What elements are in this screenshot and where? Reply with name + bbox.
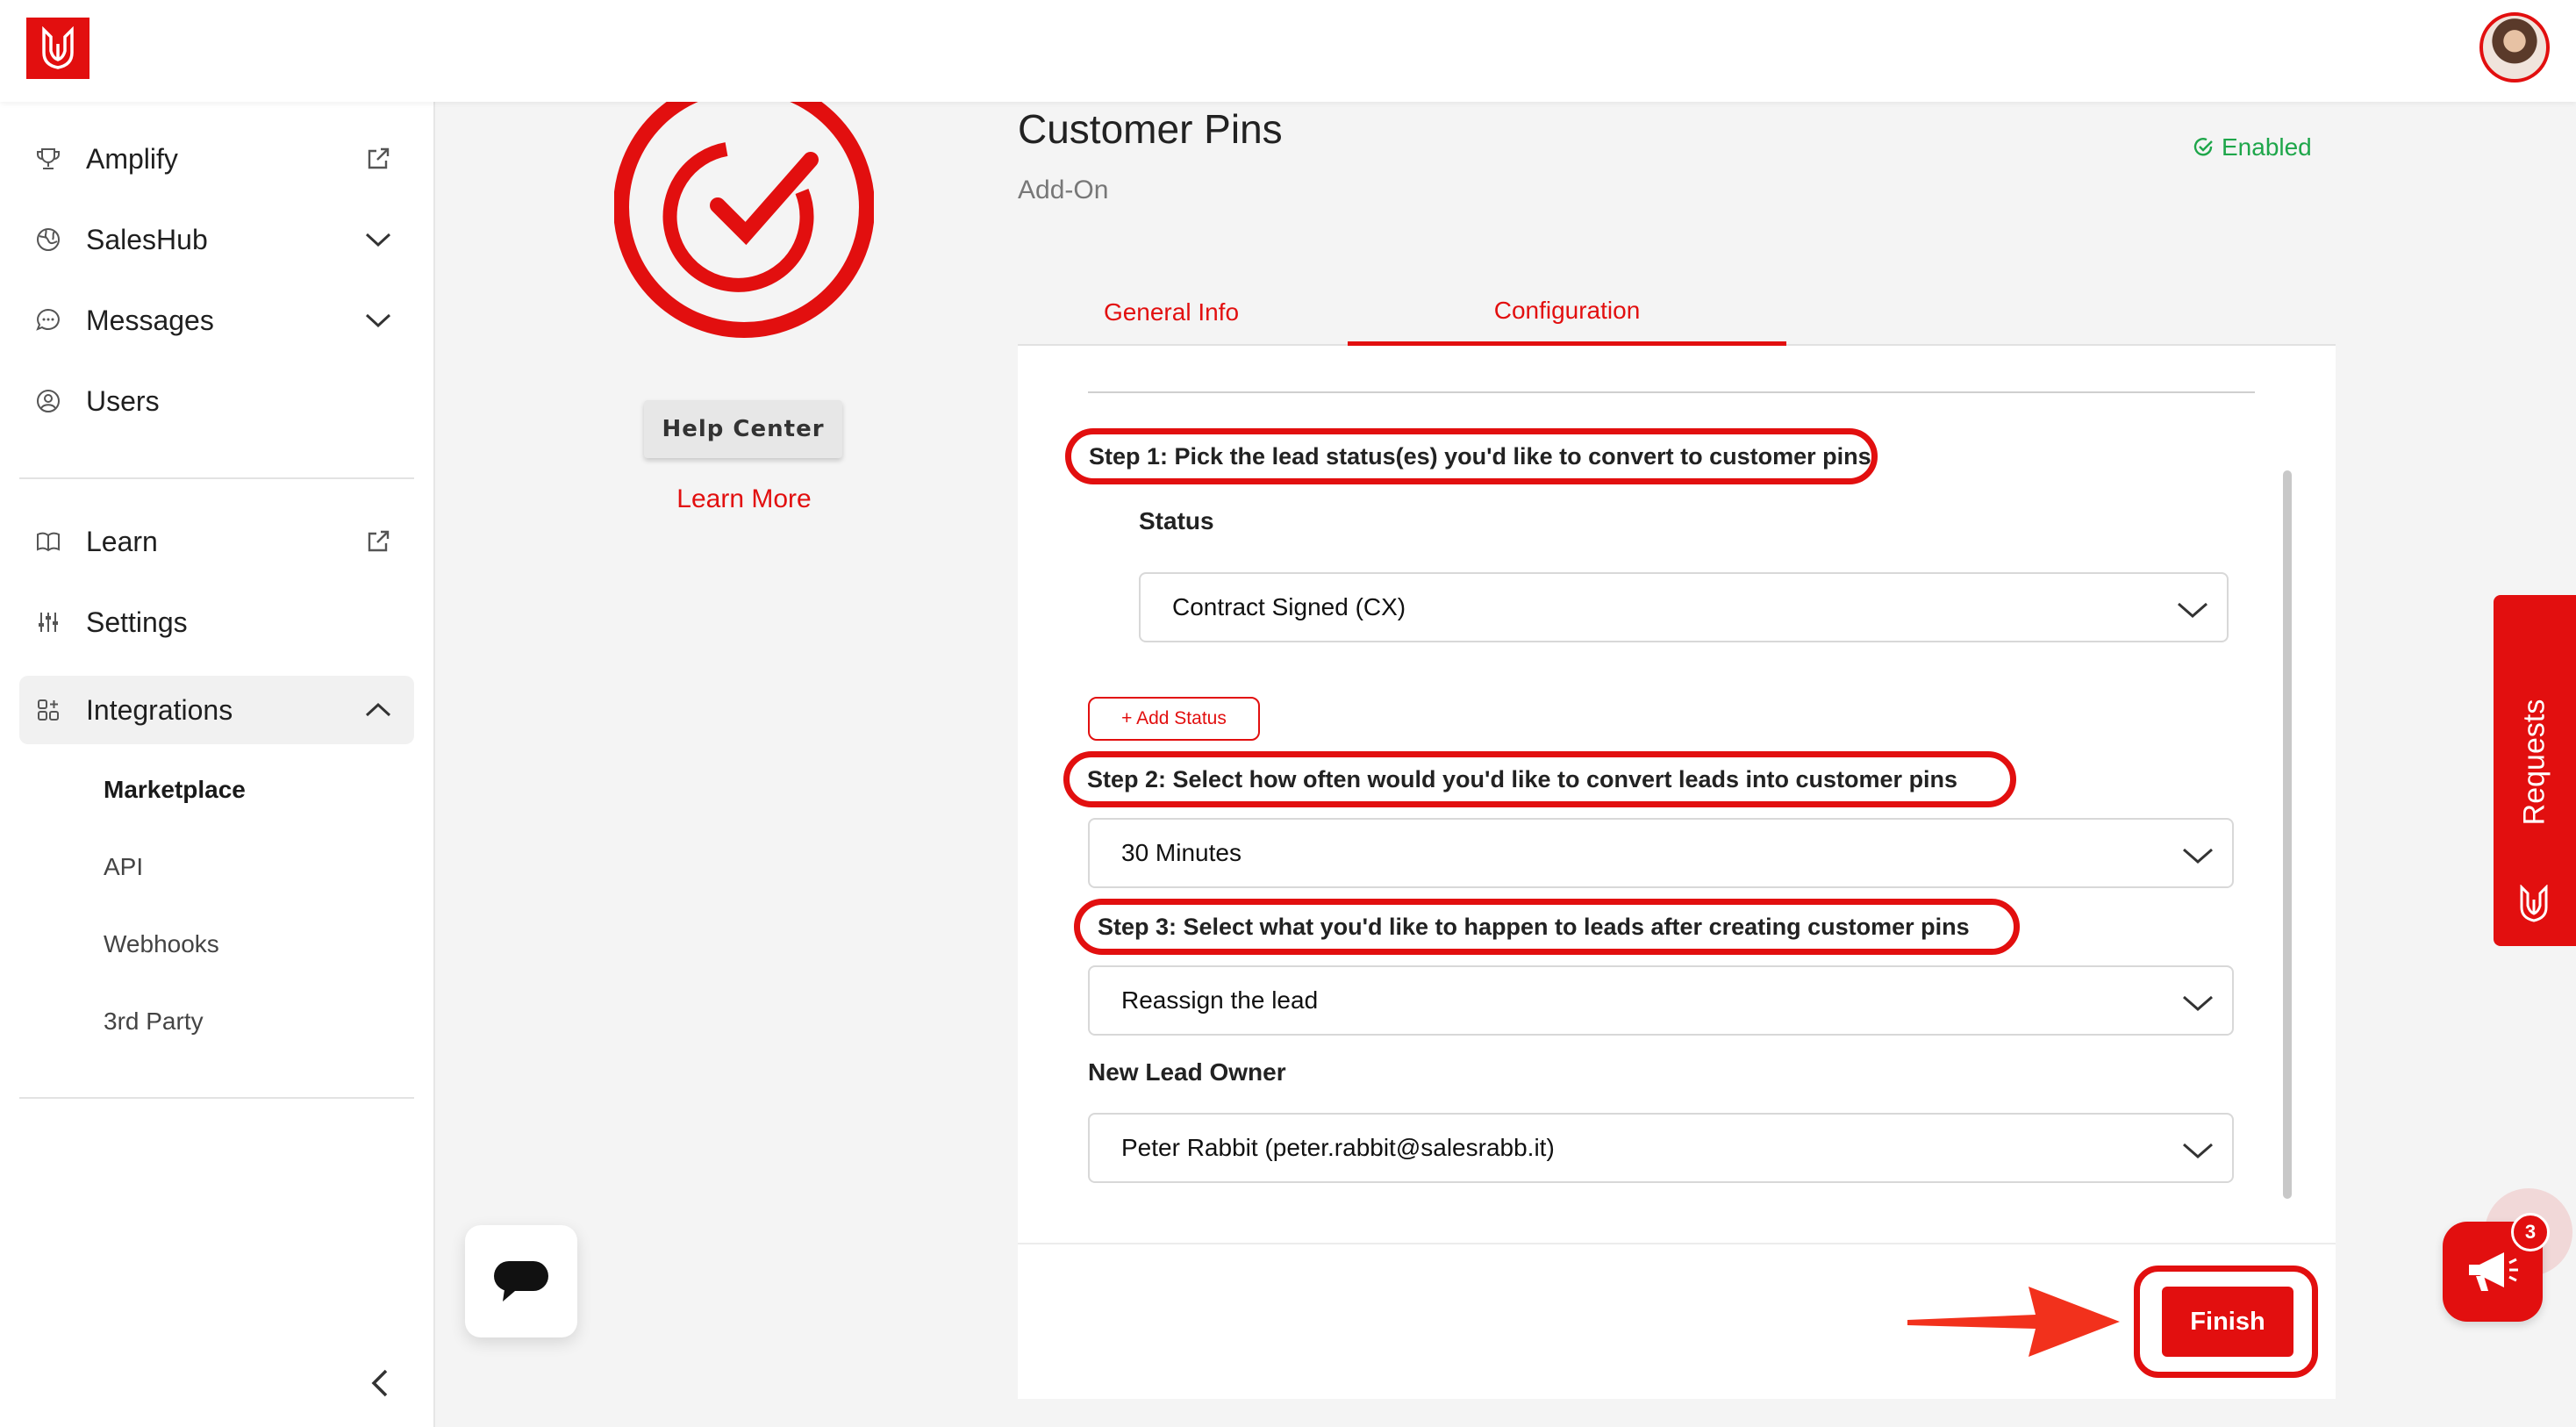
step-3-heading: Step 3: Select what you'd like to happen…	[1074, 899, 2020, 955]
requests-tab[interactable]: Requests	[2494, 595, 2576, 946]
page-title: Customer Pins	[1018, 106, 1283, 152]
footer-divider	[1018, 1243, 2336, 1244]
configuration-panel: Step 1: Pick the lead status(es) you'd l…	[1018, 346, 2336, 1399]
step-1-heading: Step 1: Pick the lead status(es) you'd l…	[1065, 428, 1878, 484]
sidebar-item-users[interactable]: Users	[19, 367, 414, 435]
status-badge: Enabled	[2193, 133, 2312, 161]
sidebar-item-settings[interactable]: Settings	[19, 588, 414, 656]
sidebar-subitem-3rd-party[interactable]: 3rd Party	[104, 1008, 204, 1036]
chat-widget-button[interactable]	[465, 1225, 577, 1337]
sidebar-subitem-marketplace[interactable]: Marketplace	[104, 776, 246, 804]
chat-bubble-icon	[33, 305, 63, 335]
customer-pins-checkmark-icon	[614, 88, 874, 338]
collapse-sidebar-chevron-left-icon[interactable]	[365, 1366, 395, 1401]
frequency-select-value: 30 Minutes	[1121, 839, 1241, 866]
chevron-down-icon[interactable]	[363, 225, 393, 255]
sidebar-item-integrations[interactable]: Integrations	[19, 676, 414, 744]
sidebar-item-label: SalesHub	[86, 223, 208, 255]
new-lead-owner-select-value: Peter Rabbit (peter.rabbit@salesrabb.it)	[1121, 1134, 1555, 1161]
scrollbar[interactable]	[2283, 470, 2292, 1199]
chevron-down-icon	[2178, 602, 2207, 618]
sidebar-item-label: Messages	[86, 304, 214, 336]
sidebar-divider	[19, 477, 414, 479]
frequency-select[interactable]: 30 Minutes	[1088, 818, 2234, 888]
sidebar-item-amplify[interactable]: Amplify	[19, 125, 414, 193]
globe-icon	[33, 225, 63, 255]
sidebar-item-messages[interactable]: Messages	[19, 286, 414, 355]
post-action-select-value: Reassign the lead	[1121, 986, 1319, 1014]
sidebar-item-saleshub[interactable]: SalesHub	[19, 205, 414, 274]
notification-count-badge: 3	[2511, 1213, 2550, 1251]
book-icon	[33, 527, 63, 556]
sidebar-divider	[19, 1097, 414, 1099]
requests-label: Requests	[2517, 699, 2551, 825]
top-bar	[0, 0, 2576, 102]
chevron-up-icon[interactable]	[363, 695, 393, 725]
chat-bubble-icon	[494, 1261, 548, 1302]
user-avatar[interactable]	[2479, 12, 2550, 82]
arrow-right-icon	[1907, 1287, 2120, 1357]
brand-logo-icon[interactable]	[26, 18, 89, 79]
sidebar-subitem-api[interactable]: API	[104, 853, 143, 881]
user-circle-icon	[33, 386, 63, 416]
learn-more-link[interactable]: Learn More	[614, 484, 874, 514]
megaphone-icon	[2469, 1252, 2518, 1291]
tab-bar: General Info Configuration	[1018, 279, 2336, 346]
chevron-down-icon	[2183, 1143, 2213, 1158]
sidebar: Amplify SalesHub Messages Users Learn Se…	[0, 102, 435, 1427]
chevron-down-icon	[2183, 995, 2213, 1011]
sliders-icon	[33, 607, 63, 637]
sidebar-item-label: Integrations	[86, 693, 233, 726]
external-link-icon[interactable]	[363, 144, 393, 174]
new-lead-owner-select[interactable]: Peter Rabbit (peter.rabbit@salesrabb.it)	[1088, 1113, 2234, 1183]
page-subtitle: Add-On	[1018, 176, 1109, 204]
status-select[interactable]: Contract Signed (CX)	[1139, 572, 2229, 642]
add-status-button[interactable]: + Add Status	[1088, 697, 1260, 741]
tab-general-info[interactable]: General Info	[1079, 279, 1263, 346]
section-divider	[1088, 391, 2255, 393]
check-circle-icon	[2193, 138, 2213, 156]
finish-button[interactable]: Finish	[2162, 1287, 2293, 1357]
external-link-icon[interactable]	[363, 527, 393, 556]
chevron-down-icon[interactable]	[363, 305, 393, 335]
brand-logo-icon	[2520, 885, 2548, 922]
tab-configuration[interactable]: Configuration	[1348, 279, 1786, 346]
new-lead-owner-label: New Lead Owner	[1088, 1058, 1286, 1086]
sidebar-item-learn[interactable]: Learn	[19, 507, 414, 576]
post-action-select[interactable]: Reassign the lead	[1088, 965, 2234, 1036]
grid-plus-icon	[33, 695, 63, 725]
status-label: Status	[1139, 507, 1214, 534]
sidebar-subitem-webhooks[interactable]: Webhooks	[104, 930, 219, 958]
sidebar-item-label: Settings	[86, 606, 188, 638]
step-2-heading: Step 2: Select how often would you'd lik…	[1063, 751, 2016, 807]
trophy-icon	[33, 144, 63, 174]
sidebar-item-label: Users	[86, 384, 160, 417]
sidebar-item-label: Amplify	[86, 142, 178, 175]
chevron-down-icon	[2183, 848, 2213, 864]
help-center-button[interactable]: Help Center	[644, 400, 842, 458]
status-text: Enabled	[2222, 133, 2312, 161]
status-select-value: Contract Signed (CX)	[1172, 593, 1406, 620]
sidebar-item-label: Learn	[86, 525, 158, 557]
